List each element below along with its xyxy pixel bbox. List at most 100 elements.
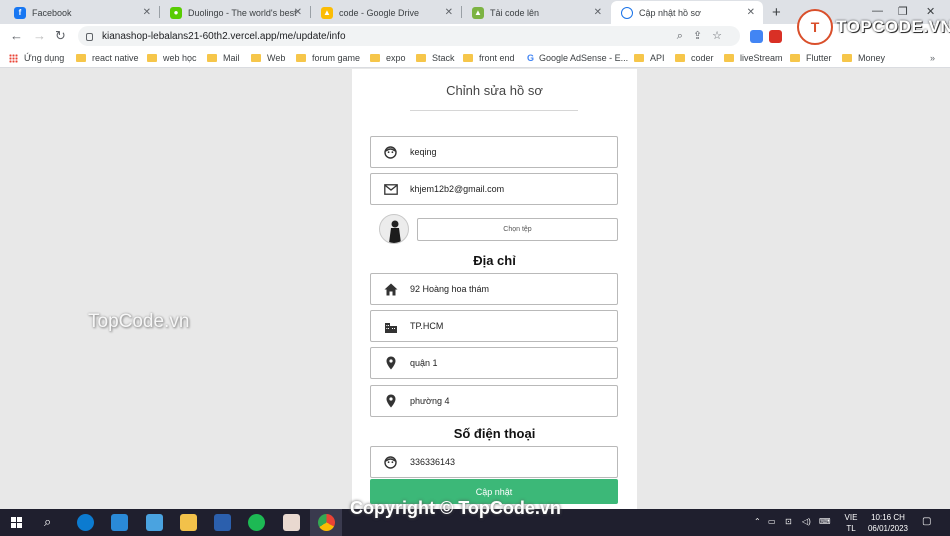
folder-icon (842, 54, 852, 62)
street-value: 92 Hoàng hoa thám (410, 284, 490, 294)
google-icon: G (527, 53, 535, 63)
bookmark-label: coder (691, 53, 714, 63)
duolingo-icon: ● (170, 6, 182, 19)
folder-icon (634, 54, 644, 62)
bookmark-folder[interactable]: react native (76, 53, 139, 63)
tab-title: Cập nhật hồ sơ (639, 7, 701, 18)
face-icon (371, 136, 410, 168)
topcode-logo: T TOPCODE.VN (797, 8, 950, 46)
bookmark-folder[interactable]: expo (370, 53, 406, 63)
city-icon (371, 310, 410, 342)
tab-title: Facebook (32, 7, 72, 18)
notification-icon[interactable]: ▢ (922, 516, 931, 527)
folder-icon (463, 54, 473, 62)
app-icon[interactable] (283, 514, 300, 531)
back-icon[interactable]: ← (10, 28, 23, 43)
tab-upload-code[interactable]: ▲ Tải code lên ✕ (462, 1, 610, 24)
username-field[interactable]: keqing (370, 136, 618, 168)
close-icon[interactable]: ✕ (294, 7, 302, 18)
tab-google-drive[interactable]: ▲ code - Google Drive ✕ (311, 1, 461, 24)
search-icon[interactable]: ⌕ (44, 514, 51, 530)
bookmark-folder[interactable]: coder (675, 53, 714, 63)
folder-icon (416, 54, 426, 62)
bookmark-folder[interactable]: Flutter (790, 53, 832, 63)
phone-field[interactable]: 336336143 (370, 446, 618, 478)
tab-title: Tải code lên (490, 7, 540, 18)
avatar (379, 214, 409, 244)
windows-start-icon[interactable] (11, 517, 22, 528)
clock[interactable]: 10:16 CH 06/01/2023 (858, 512, 918, 534)
tab-title: Duolingo - The world's best (188, 7, 297, 18)
address-bar[interactable]: kianashop-lebalans21-60th2.vercel.app/me… (78, 26, 740, 46)
bookmark-folder[interactable]: liveStream (724, 53, 783, 63)
date-text: 06/01/2023 (867, 524, 909, 533)
reload-icon[interactable]: ↻ (55, 28, 66, 44)
folder-icon (370, 54, 380, 62)
bookmark-label: Money (858, 53, 886, 63)
bookmark-adsense[interactable]: G Google AdSense - E... (527, 53, 628, 63)
folder-icon (296, 54, 306, 62)
bookmark-label: Mail (223, 53, 240, 63)
tab-duolingo[interactable]: ● Duolingo - The world's best ✕ (160, 1, 310, 24)
district-field[interactable]: quận 1 (370, 347, 618, 379)
new-tab-button[interactable]: + (772, 4, 781, 21)
city-field[interactable]: TP.HCM (370, 310, 618, 342)
bookmark-apps[interactable]: Ứng dụng (9, 53, 64, 63)
close-icon[interactable]: ✕ (747, 7, 755, 18)
folder-icon (724, 54, 734, 62)
network-icon[interactable]: ⊡ (785, 517, 792, 526)
bookmark-folder[interactable]: forum game (296, 53, 360, 63)
phone-value: 336336143 (410, 457, 456, 467)
watermark-text: TopCode.vn (88, 311, 190, 332)
chevron-up-icon[interactable]: ⌃ (754, 517, 761, 526)
location-pin-icon (371, 385, 410, 417)
vscode-icon[interactable] (111, 514, 128, 531)
tab-facebook[interactable]: f Facebook ✕ (4, 1, 159, 24)
city-value: TP.HCM (410, 321, 444, 331)
phone-heading: Số điện thoại (453, 426, 536, 441)
keyboard-icon[interactable]: ⌨ (819, 517, 831, 526)
mail-app-icon[interactable] (146, 514, 163, 531)
spotify-icon[interactable] (248, 514, 265, 531)
facebook-icon: f (14, 6, 26, 19)
tab-update-profile[interactable]: Cập nhật hồ sơ ✕ (611, 1, 763, 24)
bookmark-folder[interactable]: Stack (416, 53, 455, 63)
folder-icon (76, 54, 86, 62)
bookmark-folder[interactable]: API (634, 53, 665, 63)
omnibox-actions[interactable]: ⌕⇪☆ (677, 29, 732, 43)
bookmark-label: forum game (312, 53, 361, 63)
topcode-logo-mark: T (797, 9, 833, 45)
apps-grid-icon (9, 53, 18, 63)
bookmark-label: Stack (432, 53, 455, 63)
bookmarks-bar: Ứng dụng react native web học Mail Web f… (0, 48, 950, 68)
street-field[interactable]: 92 Hoàng hoa thám (370, 273, 618, 305)
forward-icon[interactable]: → (33, 28, 46, 43)
copyright-watermark: Copyright © TopCode.vn (350, 498, 561, 518)
choose-file-button[interactable]: Chọn tệp (417, 218, 618, 241)
chrome-taskbar-button[interactable] (310, 509, 342, 536)
close-icon[interactable]: ✕ (143, 7, 151, 18)
file-explorer-icon[interactable] (180, 514, 197, 531)
ward-field[interactable]: phường 4 (370, 385, 618, 417)
edge-icon[interactable] (77, 514, 94, 531)
translate-extension-icon[interactable] (750, 30, 763, 43)
extension-icon[interactable] (769, 30, 782, 43)
battery-icon: ▭ (768, 517, 776, 526)
word-icon[interactable] (214, 514, 231, 531)
bookmark-folder[interactable]: Web (251, 53, 285, 63)
bookmark-folder[interactable]: Mail (207, 53, 240, 63)
chrome-icon (318, 514, 335, 531)
bookmark-folder[interactable]: web học (147, 53, 197, 63)
more-bookmarks-icon[interactable]: » (930, 53, 935, 63)
bookmark-label: Ứng dụng (24, 53, 65, 63)
bookmark-folder[interactable]: front end (463, 53, 515, 63)
email-field[interactable]: khjem12b2@gmail.com (370, 173, 618, 205)
volume-icon[interactable]: ◁) (802, 517, 811, 526)
close-icon[interactable]: ✕ (445, 7, 453, 18)
bookmark-folder[interactable]: Money (842, 53, 885, 63)
bookmark-label: API (650, 53, 665, 63)
face-icon (371, 446, 410, 478)
folder-icon (147, 54, 157, 62)
district-value: quận 1 (410, 358, 438, 368)
close-icon[interactable]: ✕ (594, 7, 602, 18)
